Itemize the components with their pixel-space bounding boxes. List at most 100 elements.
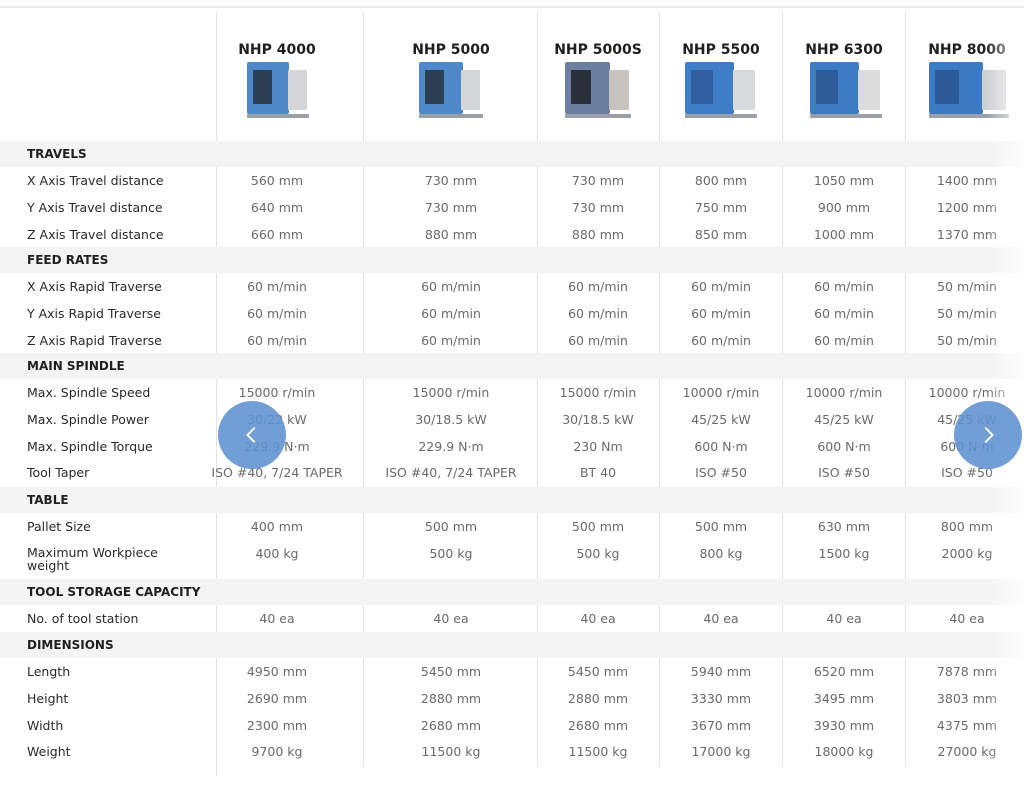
- table-cell: 800 mm: [940, 519, 994, 534]
- section-title: TOOL STORAGE CAPACITY: [27, 585, 201, 599]
- row-label: Tool Taper: [27, 465, 90, 481]
- table-cell: ISO #40, 7/24 TAPER: [211, 465, 343, 481]
- section-header: [0, 141, 1024, 167]
- section-header: [0, 487, 1024, 513]
- table-cell: 660 mm: [250, 226, 304, 242]
- machine-image-icon: [685, 58, 757, 122]
- row-label: Y Axis Travel distance: [27, 199, 163, 215]
- machine-base: [810, 114, 882, 118]
- table-cell: 11500 kg: [421, 744, 481, 760]
- row-label: Maximum Workpiece weight: [27, 544, 158, 573]
- model-name: NHP 5500: [682, 42, 760, 58]
- table-cell: 50 m/min: [937, 305, 997, 321]
- row-label: No. of tool station: [27, 611, 139, 626]
- table-cell: 60 m/min: [247, 332, 307, 348]
- table-cell: ISO #50: [941, 465, 993, 481]
- prev-button[interactable]: [218, 401, 286, 469]
- machine-base: [419, 114, 483, 118]
- table-cell: 4375 mm: [936, 717, 998, 733]
- section-header: [0, 353, 1024, 379]
- machine-base: [565, 114, 631, 118]
- table-cell: 500 kg: [429, 545, 473, 561]
- machine-side: [609, 70, 629, 110]
- machine-door: [571, 70, 591, 104]
- table-cell: 60 m/min: [247, 305, 307, 321]
- machine-door: [253, 70, 272, 104]
- machine-image-icon: [929, 58, 1009, 122]
- machine-side: [733, 70, 755, 110]
- machine-door: [816, 70, 838, 104]
- table-cell: 1200 mm: [936, 199, 998, 215]
- model-name: NHP 8000: [928, 42, 1006, 58]
- table-cell: 5450 mm: [420, 664, 482, 679]
- model-name: NHP 5000: [412, 42, 490, 58]
- table-cell: 7878 mm: [936, 664, 998, 679]
- table-cell: 40 ea: [949, 611, 985, 626]
- table-cell: 4950 mm: [246, 664, 308, 679]
- table-cell: 15000 r/min: [412, 385, 490, 400]
- table-cell: 1370 mm: [936, 226, 998, 242]
- row-label: Height: [27, 690, 69, 706]
- machine-base: [929, 114, 1009, 118]
- table-cell: 500 mm: [424, 519, 478, 534]
- chevron-left-icon: [246, 427, 256, 443]
- table-cell: 10000 r/min: [928, 385, 1006, 400]
- machine-door: [935, 70, 959, 104]
- table-cell: 2300 mm: [246, 717, 308, 733]
- table-cell: 60 m/min: [421, 279, 481, 294]
- row-label: Max. Spindle Power: [27, 411, 149, 427]
- table-cell: 15000 r/min: [238, 385, 316, 400]
- chevron-right-icon: [984, 427, 994, 443]
- section-header: [0, 247, 1024, 273]
- row-label: X Axis Rapid Traverse: [27, 279, 162, 294]
- row-label: Z Axis Rapid Traverse: [27, 332, 162, 348]
- section-title: TABLE: [27, 493, 69, 507]
- machine-image-icon: [810, 58, 882, 122]
- table-cell: 3803 mm: [936, 690, 998, 706]
- machine-base: [247, 114, 309, 118]
- table-cell: 27000 kg: [937, 744, 997, 760]
- table-cell: 60 m/min: [421, 332, 481, 348]
- table-cell: ISO #40, 7/24 TAPER: [385, 465, 517, 481]
- table-cell: 229.9 N·m: [418, 438, 484, 454]
- model-name: NHP 6300: [805, 42, 883, 58]
- row-label: X Axis Travel distance: [27, 173, 164, 188]
- section-title: MAIN SPINDLE: [27, 359, 125, 373]
- table-cell: 2680 mm: [420, 717, 482, 733]
- next-button[interactable]: [954, 401, 1022, 469]
- table-cell: 50 m/min: [937, 279, 997, 294]
- row-label: Y Axis Rapid Traverse: [27, 305, 161, 321]
- table-cell: 9700 kg: [251, 744, 303, 760]
- row-label: Z Axis Travel distance: [27, 226, 164, 242]
- machine-door: [691, 70, 713, 104]
- machine-side: [858, 70, 880, 110]
- row-label: Width: [27, 717, 64, 733]
- table-cell: 30/18.5 kW: [415, 411, 487, 427]
- section-title: TRAVELS: [27, 147, 87, 161]
- table-cell: 50 m/min: [937, 332, 997, 348]
- row-label: Length: [27, 664, 71, 679]
- table-cell: 400 kg: [255, 545, 299, 561]
- table-cell: 2690 mm: [246, 690, 308, 706]
- row-label: Weight: [27, 744, 71, 760]
- table-cell: 730 mm: [424, 173, 478, 188]
- machine-image-icon: [565, 58, 631, 122]
- table-cell: 640 mm: [250, 199, 304, 215]
- row-label: Pallet Size: [27, 519, 91, 534]
- machine-door: [425, 70, 444, 104]
- model-name: NHP 5000S: [554, 42, 642, 58]
- table-cell: 560 mm: [250, 173, 304, 188]
- machine-side: [982, 70, 1006, 110]
- machine-side: [461, 70, 480, 110]
- machine-side: [288, 70, 307, 110]
- table-cell: 40 ea: [259, 611, 295, 626]
- table-cell: 40 ea: [433, 611, 469, 626]
- section-title: DIMENSIONS: [27, 638, 114, 652]
- table-cell: 1400 mm: [936, 173, 998, 188]
- machine-base: [685, 114, 757, 118]
- row-label: Max. Spindle Torque: [27, 438, 153, 454]
- table-cell: 2880 mm: [420, 690, 482, 706]
- machine-image-icon: [419, 58, 483, 122]
- table-cell: 60 m/min: [421, 305, 481, 321]
- row-label: Max. Spindle Speed: [27, 385, 151, 400]
